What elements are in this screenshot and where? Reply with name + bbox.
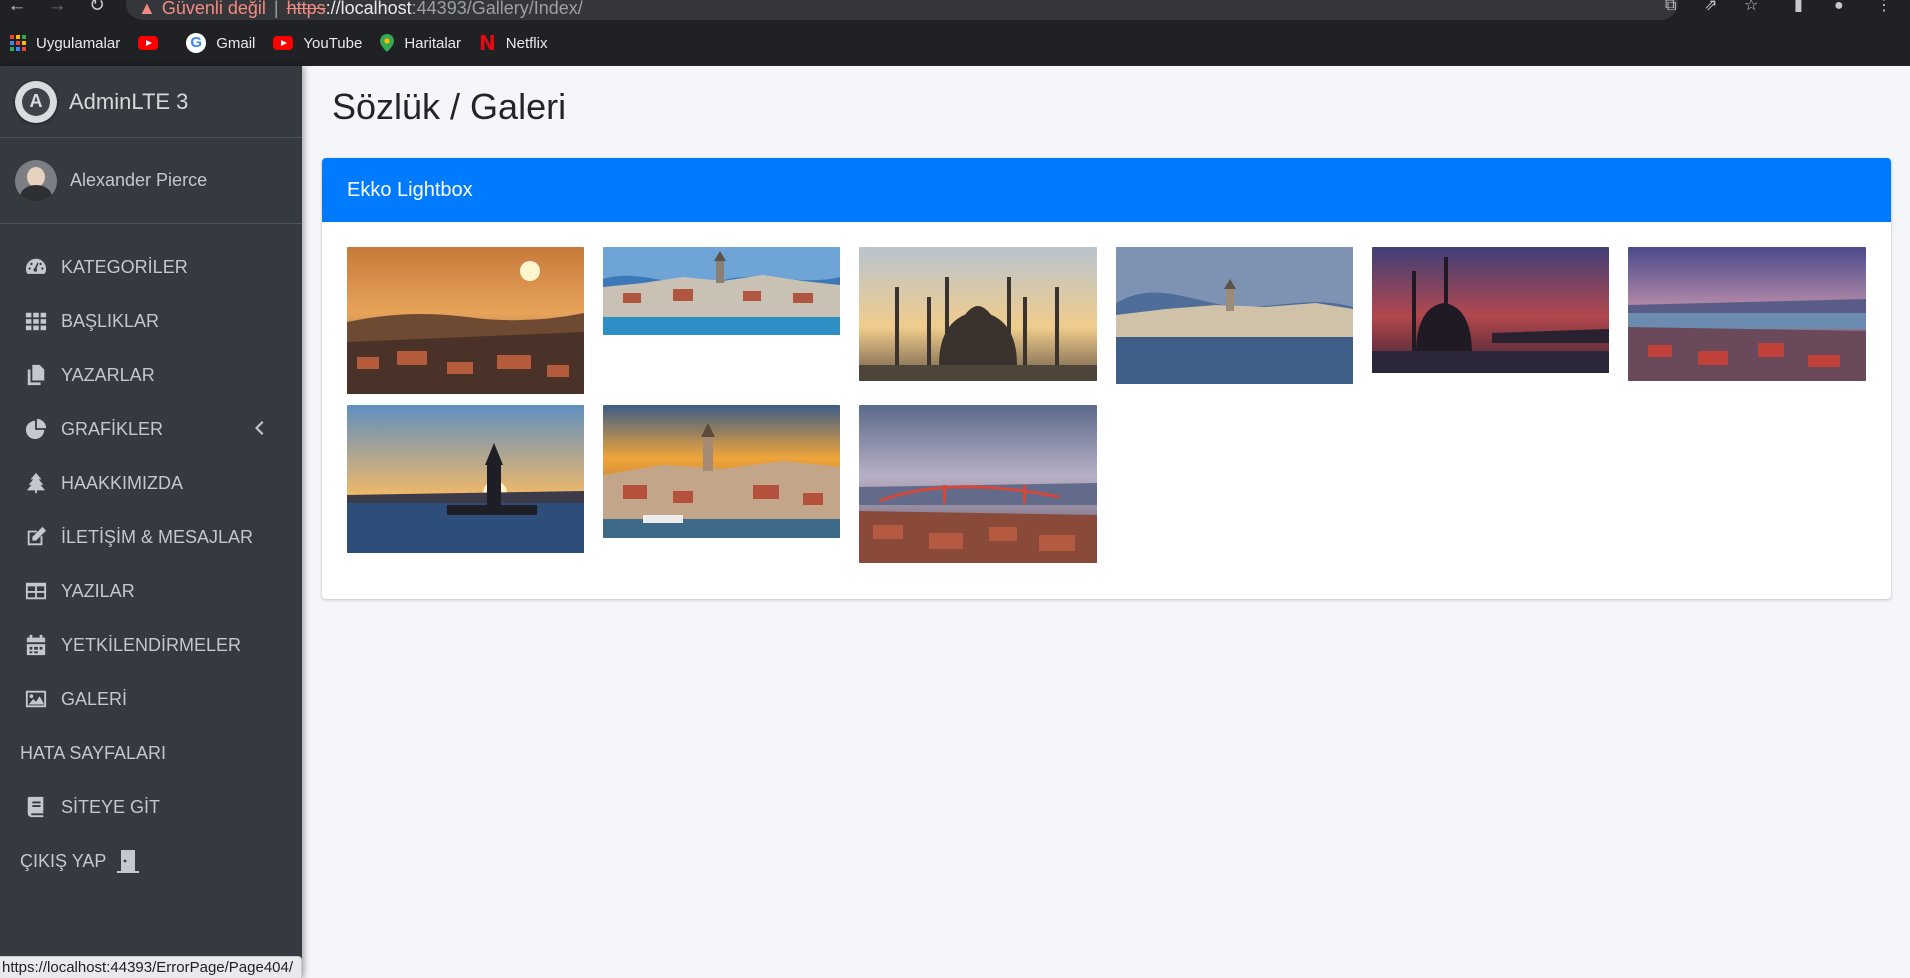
sidebar-item-siteye-git[interactable]: SİTEYE GİT <box>0 780 302 834</box>
page-title: Sözlük / Galeri <box>332 86 567 127</box>
columns-icon <box>24 579 48 603</box>
gallery-image[interactable] <box>1372 247 1609 373</box>
user-name: Alexander Pierce <box>70 170 208 190</box>
gallery-image[interactable] <box>1628 247 1866 381</box>
youtube-icon <box>273 36 294 50</box>
sidebar-item-galeri[interactable]: GALERİ <box>0 672 302 726</box>
sidebar-nav: KATEGORİLER BAŞLIKLAR YAZARLAR GRAFİKLER… <box>0 240 302 888</box>
user-panel[interactable]: Alexander Pierce <box>0 138 302 224</box>
gallery-image[interactable] <box>859 405 1097 563</box>
sidebar: A AdminLTE 3 Alexander Pierce KATEGORİLE… <box>0 66 302 978</box>
door-icon <box>116 849 142 873</box>
chevron-left-icon[interactable] <box>252 419 272 439</box>
th-grid-icon <box>24 309 48 333</box>
maps-icon <box>380 34 395 52</box>
image-icon <box>24 687 48 711</box>
url-protocol: https <box>286 0 326 18</box>
share-icon[interactable]: ⇗ <box>1704 0 1717 16</box>
sidebar-item-yazarlar[interactable]: YAZARLAR <box>0 348 302 402</box>
gallery-image[interactable] <box>859 247 1097 381</box>
youtube-icon <box>138 36 159 50</box>
sidebar-item-iletisim-mesajlar[interactable]: İLETİŞİM & MESAJLAR <box>0 510 302 564</box>
security-warning[interactable]: ▲ Güvenli değil | https://localhost:44393/G… <box>138 0 583 19</box>
side-panel-icon[interactable]: ▮ <box>1794 0 1803 16</box>
bookmark-gmail[interactable]: G Gmail <box>186 33 255 53</box>
google-icon: G <box>186 33 207 53</box>
sidebar-item-yazilar[interactable]: YAZILAR <box>0 564 302 618</box>
calendar-icon <box>24 633 48 657</box>
card-title: Ekko Lightbox <box>322 158 1891 222</box>
brand-link[interactable]: A AdminLTE 3 <box>0 66 302 138</box>
sidebar-header-hata-sayfalari[interactable]: HATA SAYFALARI <box>0 726 302 780</box>
reload-icon[interactable]: ↻ <box>86 0 108 16</box>
gallery-image[interactable] <box>347 247 584 394</box>
status-bar-url: https://localhost:44393/ErrorPage/Page40… <box>0 956 303 978</box>
sidebar-item-grafikler[interactable]: GRAFİKLER <box>0 402 302 456</box>
tachometer-icon <box>24 255 48 279</box>
netflix-icon: N <box>479 31 496 55</box>
back-arrow-icon[interactable]: ← <box>6 0 28 16</box>
menu-dots-icon[interactable]: ⋮ <box>1876 0 1892 16</box>
brand-text: AdminLTE 3 <box>69 88 189 114</box>
avatar <box>15 159 57 202</box>
tree-icon <box>24 471 48 495</box>
url-host: ://localhost <box>325 0 412 18</box>
chart-pie-icon <box>24 417 48 441</box>
forward-arrow-icon[interactable]: → <box>46 0 68 16</box>
sidebar-item-basliklar[interactable]: BAŞLIKLAR <box>0 294 302 348</box>
bookmark-star-icon[interactable]: ☆ <box>1744 0 1758 16</box>
gallery-card: Ekko Lightbox <box>322 158 1891 599</box>
bookmark-maps[interactable]: Haritalar <box>380 34 461 52</box>
sidebar-item-yetkilendirmeler[interactable]: YETKİLENDİRMELER <box>0 618 302 672</box>
warning-triangle-icon: ▲ <box>138 0 156 18</box>
apps-grid-icon <box>10 35 26 51</box>
browser-chrome: ← → ↻ ▲ Güvenli değil | https://localhost:4… <box>0 0 1910 66</box>
bookmark-youtube-2[interactable]: YouTube <box>273 35 362 52</box>
address-row: ← → ↻ ▲ Güvenli değil | https://localhost:4… <box>0 0 1910 22</box>
gallery-image[interactable] <box>1116 247 1353 384</box>
bookmark-apps[interactable]: Uygulamalar <box>10 35 120 52</box>
bookmarks-bar: Uygulamalar G Gmail YouTube Haritalar N … <box>0 28 565 58</box>
sidebar-item-kategoriler[interactable]: KATEGORİLER <box>0 240 302 294</box>
gallery-image[interactable] <box>603 247 840 335</box>
gallery-image[interactable] <box>603 405 840 538</box>
gallery-image[interactable] <box>347 405 584 553</box>
address-bar[interactable]: ▲ Güvenli değil | https://localhost:44393/G… <box>126 0 1678 20</box>
sidebar-item-cikis-yap[interactable]: ÇIKIŞ YAP <box>0 834 302 888</box>
adminlte-logo-icon: A <box>15 80 57 123</box>
profile-icon[interactable]: ● <box>1834 0 1844 16</box>
translate-icon[interactable]: ⧉ <box>1665 0 1676 16</box>
sidebar-item-hakkimizda[interactable]: HAAKKIMIZDA <box>0 456 302 510</box>
bookmark-netflix[interactable]: N Netflix <box>479 31 547 55</box>
edit-icon <box>24 525 48 549</box>
copy-icon <box>24 363 48 387</box>
url-path: :44393/Gallery/Index/ <box>411 0 583 18</box>
book-icon <box>24 795 48 819</box>
bookmark-youtube-1[interactable] <box>138 36 168 50</box>
